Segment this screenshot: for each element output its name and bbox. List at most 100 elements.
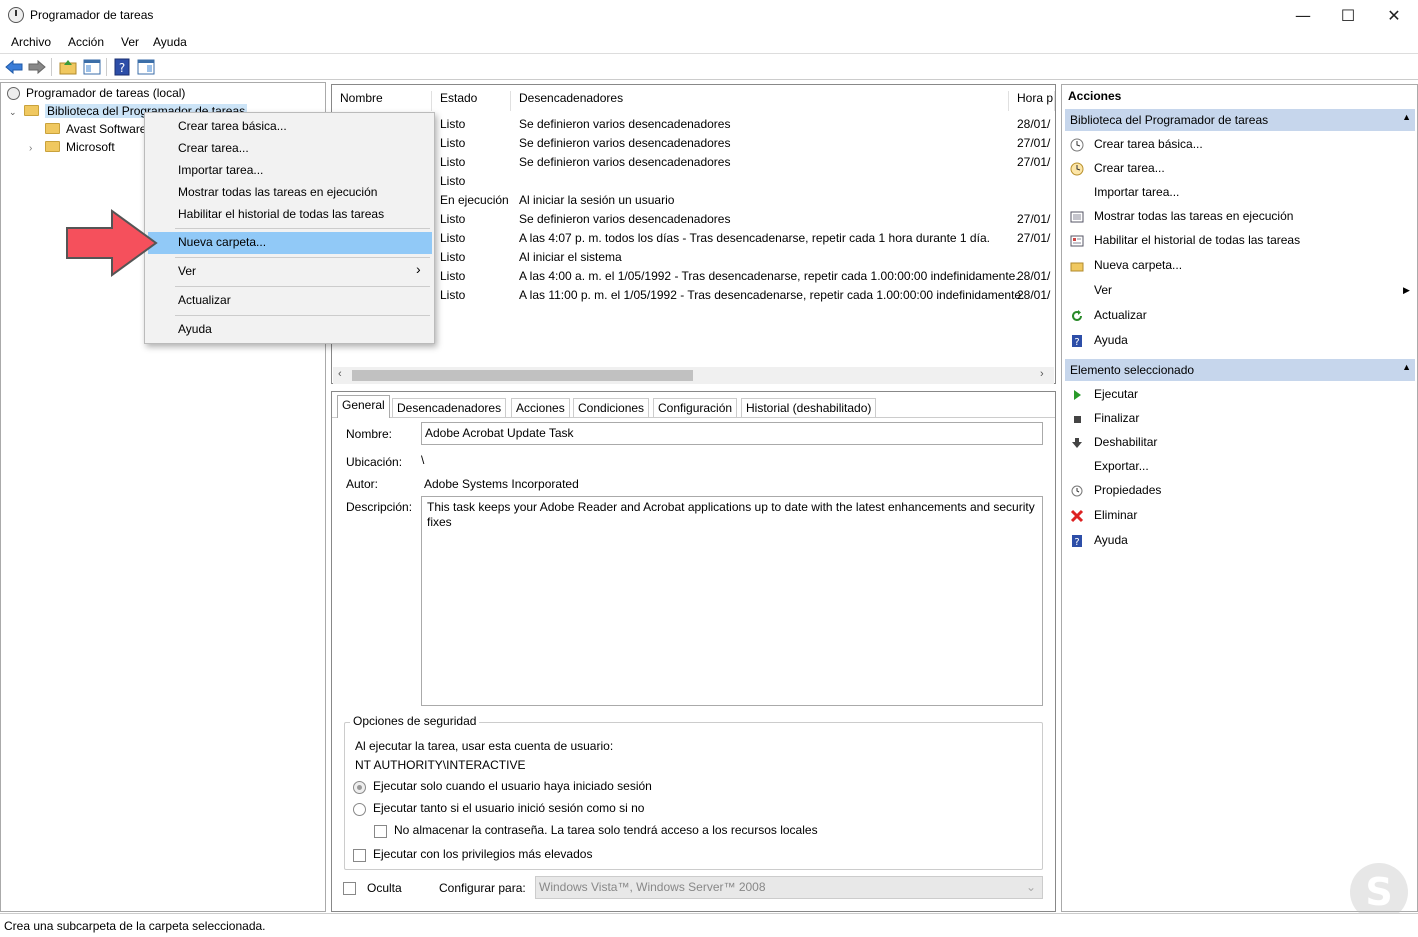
ctx-help[interactable]: Ayuda — [178, 322, 212, 336]
ctx-new-folder[interactable]: Nueva carpeta... — [178, 235, 266, 249]
tab-acciones[interactable]: Acciones — [511, 398, 570, 417]
tab-condiciones[interactable]: Condiciones — [573, 398, 650, 417]
nombre-field[interactable]: Adobe Acrobat Update Task — [421, 422, 1043, 445]
table-row[interactable]: Listo Al iniciar el sistema — [332, 250, 1055, 269]
tree-item-label: Avast Software — [66, 122, 147, 136]
new-folder-icon — [1070, 262, 1084, 272]
column-header-nombre[interactable]: Nombre — [332, 91, 432, 111]
tree-item-avast[interactable]: Avast Software — [45, 122, 146, 140]
svg-text:?: ? — [119, 61, 125, 75]
menu-ayuda[interactable]: Ayuda — [153, 35, 187, 49]
action-new-folder[interactable]: Nueva carpeta... — [1094, 258, 1182, 272]
delete-icon — [1070, 509, 1084, 523]
forward-arrow-icon[interactable] — [28, 58, 46, 76]
task-row-trigger: Se definieron varios desencadenadores — [519, 136, 731, 150]
minimize-button[interactable]: — — [1280, 0, 1326, 31]
highest-privileges-checkbox[interactable] — [353, 849, 366, 862]
table-row[interactable]: Listo Se definieron varios desencadenador… — [332, 117, 1055, 136]
column-header-hora[interactable]: Hora p — [1009, 91, 1055, 111]
task-row-hora: 28/01/ — [1017, 288, 1051, 302]
menu-archivo[interactable]: Archivo — [11, 35, 51, 49]
section-library-header[interactable]: Biblioteca del Programador de tareas ▲ — [1065, 109, 1415, 131]
tab-historial[interactable]: Historial (deshabilitado) — [741, 398, 877, 417]
table-row[interactable]: Listo Se definieron varios desencadenador… — [332, 136, 1055, 155]
configure-select[interactable]: Windows Vista™, Windows Server™ 2008 ⌄ — [535, 876, 1043, 899]
horizontal-scrollbar[interactable]: ‹ › — [333, 367, 1054, 384]
show-hide-action-pane-icon[interactable] — [137, 58, 155, 76]
status-bar: Crea una subcarpeta de la carpeta selecc… — [0, 913, 1418, 937]
ctx-create-basic[interactable]: Crear tarea básica... — [178, 119, 287, 133]
collapse-up-icon[interactable]: ▲ — [1402, 362, 1411, 372]
task-row-hora: 28/01/ — [1017, 117, 1051, 131]
table-row[interactable]: Listo A las 4:00 a. m. el 1/05/1992 - Tra… — [332, 269, 1055, 288]
table-row[interactable]: En ejecución Al iniciar la sesión un usua… — [332, 193, 1055, 212]
help-icon[interactable]: ? — [113, 58, 131, 76]
action-enable-history[interactable]: Habilitar el historial de todas las tare… — [1094, 233, 1300, 247]
autor-value: Adobe Systems Incorporated — [424, 477, 579, 491]
table-row[interactable]: Listo Se definieron varios desencadenador… — [332, 155, 1055, 174]
table-row[interactable]: Listo A las 4:07 p. m. todos los días - T… — [332, 231, 1055, 250]
task-row-trigger: A las 4:07 p. m. todos los días - Tras d… — [519, 231, 990, 245]
tree-item-microsoft[interactable]: › Microsoft — [29, 140, 115, 158]
menu-accion[interactable]: Acción — [68, 35, 104, 49]
action-show-running[interactable]: Mostrar todas las tareas en ejecución — [1094, 209, 1293, 223]
ctx-enable-history[interactable]: Habilitar el historial de todas las tare… — [178, 207, 384, 221]
tree-root[interactable]: Programador de tareas (local) — [7, 86, 185, 104]
action-view[interactable]: Ver — [1094, 283, 1112, 297]
radio-whether-logged-on[interactable] — [353, 803, 366, 816]
action-refresh[interactable]: Actualizar — [1094, 308, 1147, 322]
close-button[interactable]: ✕ — [1371, 0, 1417, 31]
radio-logged-on-label: Ejecutar solo cuando el usuario haya ini… — [373, 779, 652, 793]
action-import[interactable]: Importar tarea... — [1094, 185, 1179, 199]
refresh-icon — [1072, 310, 1082, 321]
hidden-checkbox[interactable] — [343, 882, 356, 895]
action-create-basic[interactable]: Crear tarea básica... — [1094, 137, 1203, 151]
section-selected-header[interactable]: Elemento seleccionado ▲ — [1065, 359, 1415, 381]
descripcion-field[interactable]: This task keeps your Adobe Reader and Ac… — [421, 496, 1043, 706]
action-disable[interactable]: Deshabilitar — [1094, 435, 1157, 449]
tree-item-label: Microsoft — [66, 140, 115, 154]
menu-bar: Archivo Acción Ver Ayuda — [0, 31, 1418, 53]
action-help-selected[interactable]: Ayuda — [1094, 533, 1128, 547]
menu-ver[interactable]: Ver — [121, 35, 139, 49]
table-row[interactable]: Listo Se definieron varios desencadenador… — [332, 212, 1055, 231]
ctx-import[interactable]: Importar tarea... — [178, 163, 263, 177]
collapse-up-icon[interactable]: ▲ — [1402, 112, 1411, 122]
table-row[interactable]: Listo — [332, 174, 1055, 193]
svg-text:?: ? — [1074, 537, 1079, 548]
scroll-right-icon[interactable]: › — [1040, 368, 1044, 380]
folder-up-icon[interactable] — [59, 58, 77, 76]
tab-general[interactable]: General — [337, 395, 390, 418]
action-end[interactable]: Finalizar — [1094, 411, 1139, 425]
action-run[interactable]: Ejecutar — [1094, 387, 1138, 401]
action-properties[interactable]: Propiedades — [1094, 483, 1161, 497]
action-export[interactable]: Exportar... — [1094, 459, 1149, 473]
task-row-estado: En ejecución — [440, 193, 509, 207]
no-password-checkbox[interactable] — [374, 825, 387, 838]
tab-configuracion[interactable]: Configuración — [653, 398, 738, 417]
scrollbar-thumb[interactable] — [352, 370, 693, 381]
chevron-down-icon[interactable]: ⌄ — [9, 107, 18, 118]
task-row-hora: 27/01/ — [1017, 136, 1051, 150]
radio-logged-on[interactable] — [353, 781, 366, 794]
tab-desencadenadores[interactable]: Desencadenadores — [392, 398, 507, 417]
scroll-left-icon[interactable]: ‹ — [338, 368, 342, 380]
ctx-refresh[interactable]: Actualizar — [178, 293, 231, 307]
task-row-estado: Listo — [440, 155, 466, 169]
action-delete[interactable]: Eliminar — [1094, 508, 1137, 522]
ctx-show-running[interactable]: Mostrar todas las tareas en ejecución — [178, 185, 377, 199]
column-header-estado[interactable]: Estado — [432, 91, 511, 111]
action-create-task[interactable]: Crear tarea... — [1094, 161, 1165, 175]
action-help[interactable]: Ayuda — [1094, 333, 1128, 347]
ctx-view[interactable]: Ver — [178, 264, 196, 278]
ctx-create-task[interactable]: Crear tarea... — [178, 141, 249, 155]
task-row-estado: Listo — [440, 250, 466, 264]
table-row[interactable]: Listo A las 11:00 p. m. el 1/05/1992 - Tr… — [332, 288, 1055, 307]
back-arrow-icon[interactable] — [5, 58, 23, 76]
show-hide-tree-icon[interactable] — [83, 58, 101, 76]
help-icon: ? — [1072, 535, 1082, 548]
maximize-button[interactable]: ☐ — [1325, 0, 1371, 31]
column-header-desencadenadores[interactable]: Desencadenadores — [511, 91, 1009, 111]
task-row-estado: Listo — [440, 231, 466, 245]
chevron-right-icon[interactable]: › — [29, 143, 39, 154]
